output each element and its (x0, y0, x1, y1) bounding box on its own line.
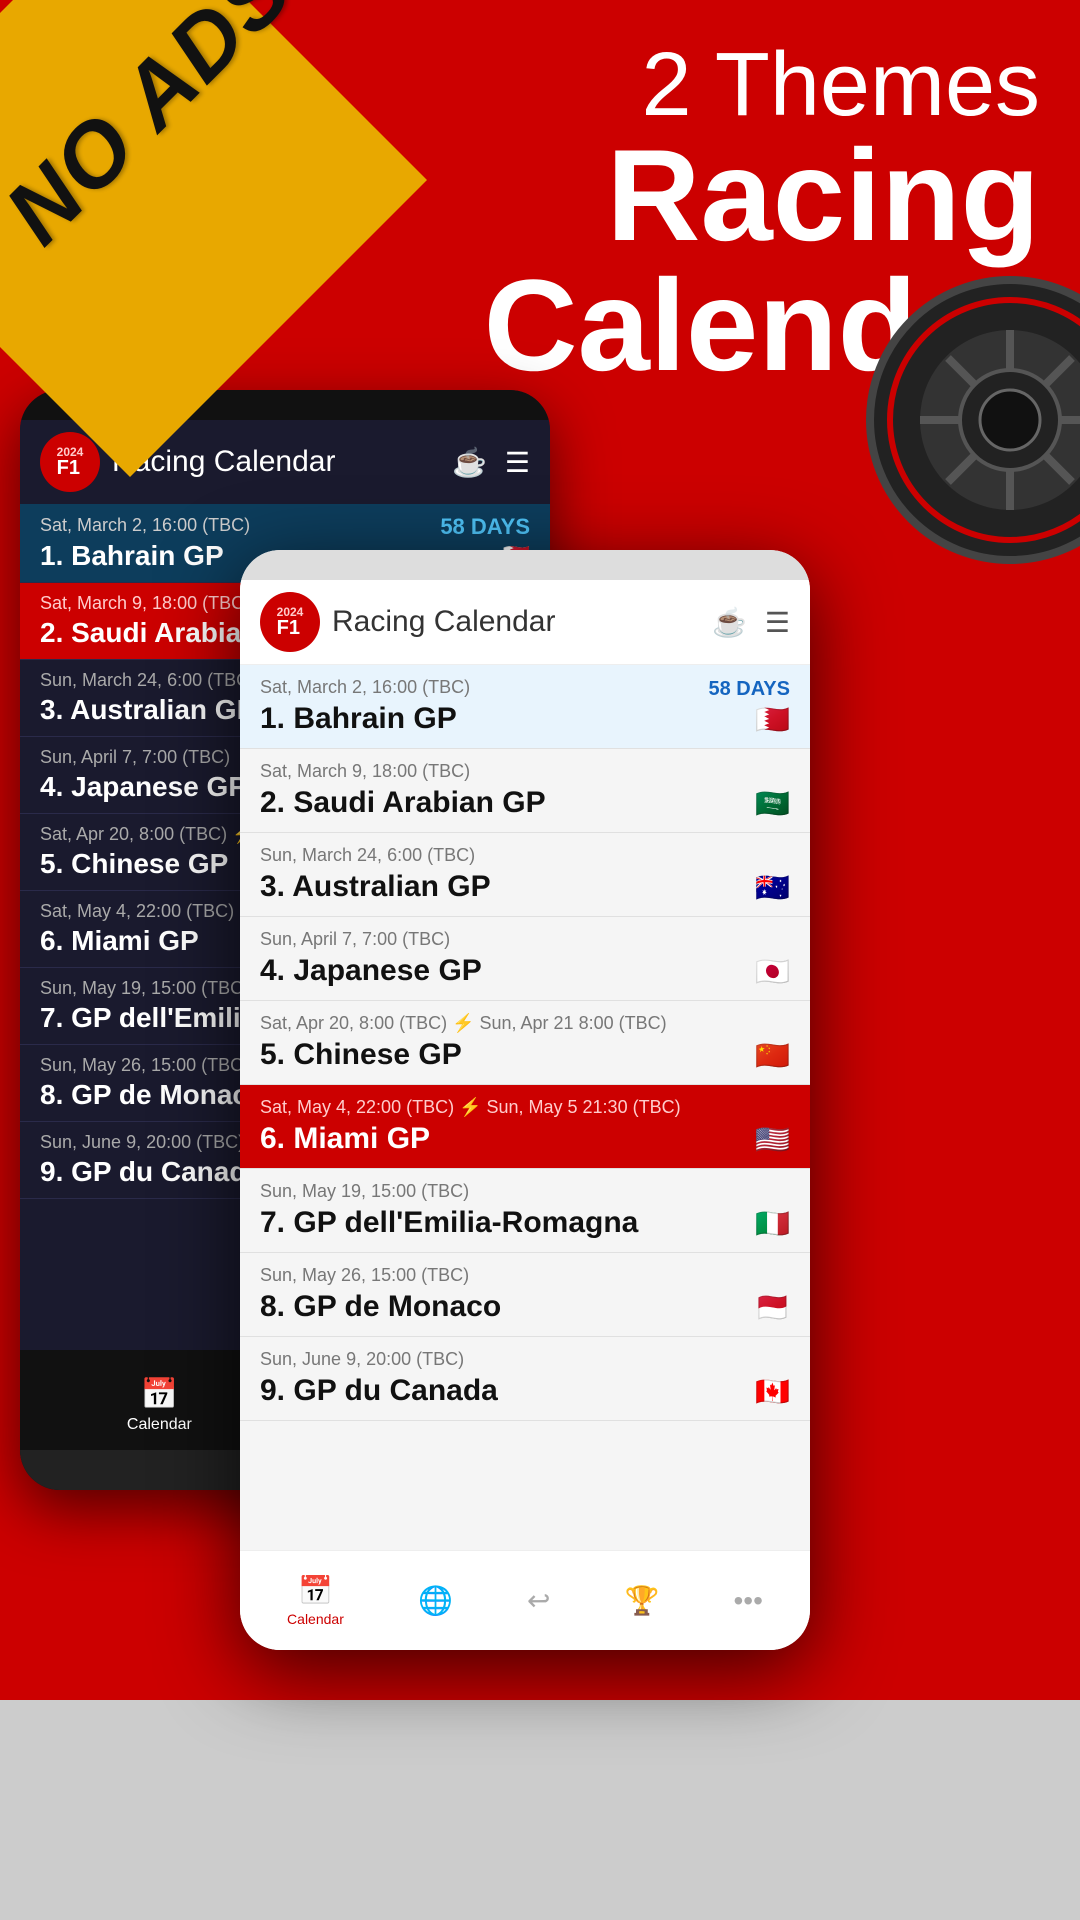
menu-icon-dark[interactable]: ☰ (505, 446, 530, 479)
race-item-light-8[interactable]: Sun, May 26, 15:00 (TBC) 8. GP de Monaco… (240, 1253, 810, 1337)
phones-area: 2024 F1 Racing Calendar ☕ ☰ Sat, March 2… (0, 370, 1080, 1920)
app-logo-light: 2024 F1 (260, 592, 320, 652)
nav-arrow-light[interactable]: ↩ (527, 1584, 550, 1617)
race-item-light-7[interactable]: Sun, May 19, 15:00 (TBC) 7. GP dell'Emil… (240, 1169, 810, 1253)
trophy-icon-light: 🏆 (625, 1584, 660, 1617)
calendar-label-dark: Calendar (127, 1416, 192, 1434)
race-item-light-9[interactable]: Sun, June 9, 20:00 (TBC) 9. GP du Canada… (240, 1337, 810, 1421)
app-title-light: Racing Calendar (332, 605, 700, 639)
arrow-icon-light: ↩ (527, 1584, 550, 1617)
phone-light: 2024 F1 Racing Calendar ☕ ☰ Sat, March 2… (240, 550, 810, 1650)
flag-bahrain-light: 🇧🇭 (755, 703, 790, 736)
coffee-icon-light[interactable]: ☕ (712, 606, 747, 639)
header-icons-dark: ☕ ☰ (452, 446, 530, 479)
flag-japan-light: 🇯🇵 (755, 955, 790, 988)
nav-calendar-dark[interactable]: 📅 Calendar (127, 1377, 192, 1434)
nav-calendar-light[interactable]: 📅 Calendar (287, 1574, 344, 1627)
flag-emilia-light: 🇮🇹 (755, 1207, 790, 1240)
flag-saudi-light: 🇸🇦 (755, 787, 790, 820)
calendar-icon-light: 📅 (298, 1574, 333, 1607)
flag-canada-light: 🇨🇦 (755, 1375, 790, 1408)
flag-miami-light: 🇺🇸 (755, 1123, 790, 1156)
wheel-decoration (860, 270, 1080, 570)
race-item-light-1[interactable]: Sat, March 2, 16:00 (TBC) 58 DAYS 1. Bah… (240, 665, 810, 749)
menu-icon-light[interactable]: ☰ (765, 606, 790, 639)
app-logo-dark: 2024 F1 (40, 432, 100, 492)
days-badge-light: 58 DAYS (708, 678, 790, 701)
race-item-light-6[interactable]: Sat, May 4, 22:00 (TBC) ⚡ Sun, May 5 21:… (240, 1085, 810, 1169)
race-item-light-2[interactable]: Sat, March 9, 18:00 (TBC) 2. Saudi Arabi… (240, 749, 810, 833)
calendar-icon-dark: 📅 (141, 1377, 178, 1412)
race-item-light-5[interactable]: Sat, Apr 20, 8:00 (TBC) ⚡ Sun, Apr 21 8:… (240, 1001, 810, 1085)
racing-word: Racing (607, 122, 1040, 268)
dots-icon-light: ••• (733, 1585, 762, 1617)
nav-trophy-light[interactable]: 🏆 (625, 1584, 660, 1617)
bottom-nav-light: 📅 Calendar 🌐 ↩ 🏆 ••• (240, 1550, 810, 1650)
phone-top-bar-light (240, 550, 810, 580)
race-list-light: Sat, March 2, 16:00 (TBC) 58 DAYS 1. Bah… (240, 665, 810, 1421)
calendar-label-light: Calendar (287, 1611, 344, 1627)
coffee-icon-dark[interactable]: ☕ (452, 446, 487, 479)
app-header-light: 2024 F1 Racing Calendar ☕ ☰ (240, 580, 810, 665)
flag-monaco-light: 🇲🇨 (755, 1291, 790, 1324)
nav-dots-light[interactable]: ••• (733, 1585, 762, 1617)
flag-china-light: 🇨🇳 (755, 1039, 790, 1072)
app-title-dark: Racing Calendar (112, 445, 440, 479)
race-item-light-3[interactable]: Sun, March 24, 6:00 (TBC) 3. Australian … (240, 833, 810, 917)
race-item-light-4[interactable]: Sun, April 7, 7:00 (TBC) 4. Japanese GP … (240, 917, 810, 1001)
flag-aus-light: 🇦🇺 (755, 871, 790, 904)
globe-icon-light: 🌐 (418, 1584, 453, 1617)
header-icons-light: ☕ ☰ (712, 606, 790, 639)
themes-label: 2 Themes (484, 40, 1040, 130)
nav-globe-light[interactable]: 🌐 (418, 1584, 453, 1617)
